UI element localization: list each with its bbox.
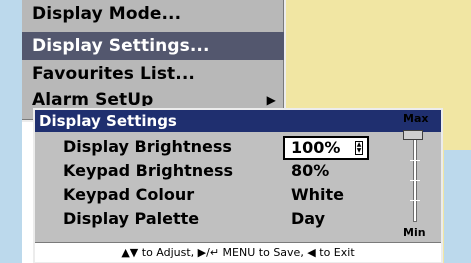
- display-brightness-field[interactable]: 100% ▲ ▼: [283, 136, 369, 160]
- display-settings-dialog: Display Settings 100% ▲ ▼ Display Brightn…: [33, 108, 443, 263]
- sea-area: [0, 0, 22, 263]
- menu-item-label: Display Mode...: [32, 4, 182, 24]
- menu-item-alarm-setup[interactable]: Alarm SetUp ▶: [22, 86, 284, 106]
- menu-item-favourites-list[interactable]: Favourites List...: [22, 60, 284, 88]
- keypad-brightness-label: Keypad Brightness: [63, 161, 234, 180]
- brightness-slider-thumb[interactable]: [403, 130, 423, 140]
- slider-tick: [410, 200, 420, 201]
- dialog-title: Display Settings: [35, 110, 441, 132]
- dialog-footer-hint: ▲▼ to Adjust, ▶/↵ MENU to Save, ◀ to Exi…: [35, 242, 441, 262]
- submenu-arrow-icon: ▶: [266, 93, 276, 106]
- display-palette-label: Display Palette: [63, 209, 200, 228]
- slider-tick: [410, 180, 420, 181]
- menu-item-display-mode[interactable]: Display Mode...: [22, 0, 284, 28]
- menu-item-display-settings[interactable]: Display Settings...: [22, 32, 284, 60]
- keypad-colour-label: Keypad Colour: [63, 185, 195, 204]
- slider-max-label: Max: [403, 112, 429, 125]
- keypad-colour-value[interactable]: White: [291, 185, 344, 204]
- keypad-brightness-value[interactable]: 80%: [291, 161, 329, 180]
- menu-item-label: Alarm SetUp: [32, 90, 154, 106]
- menu-item-label: Favourites List...: [32, 64, 195, 84]
- display-palette-value[interactable]: Day: [291, 209, 325, 228]
- spinner-icon[interactable]: ▲ ▼: [355, 141, 363, 155]
- display-brightness-label: Display Brightness: [63, 137, 232, 156]
- main-menu: Display Mode... Display Settings... Favo…: [22, 0, 286, 122]
- slider-tick: [410, 160, 420, 161]
- brightness-slider-track[interactable]: [413, 130, 417, 222]
- slider-min-label: Min: [403, 226, 426, 239]
- sea-area-right: [444, 150, 471, 263]
- menu-item-label: Display Settings...: [32, 36, 210, 56]
- display-brightness-value: 100%: [291, 138, 341, 157]
